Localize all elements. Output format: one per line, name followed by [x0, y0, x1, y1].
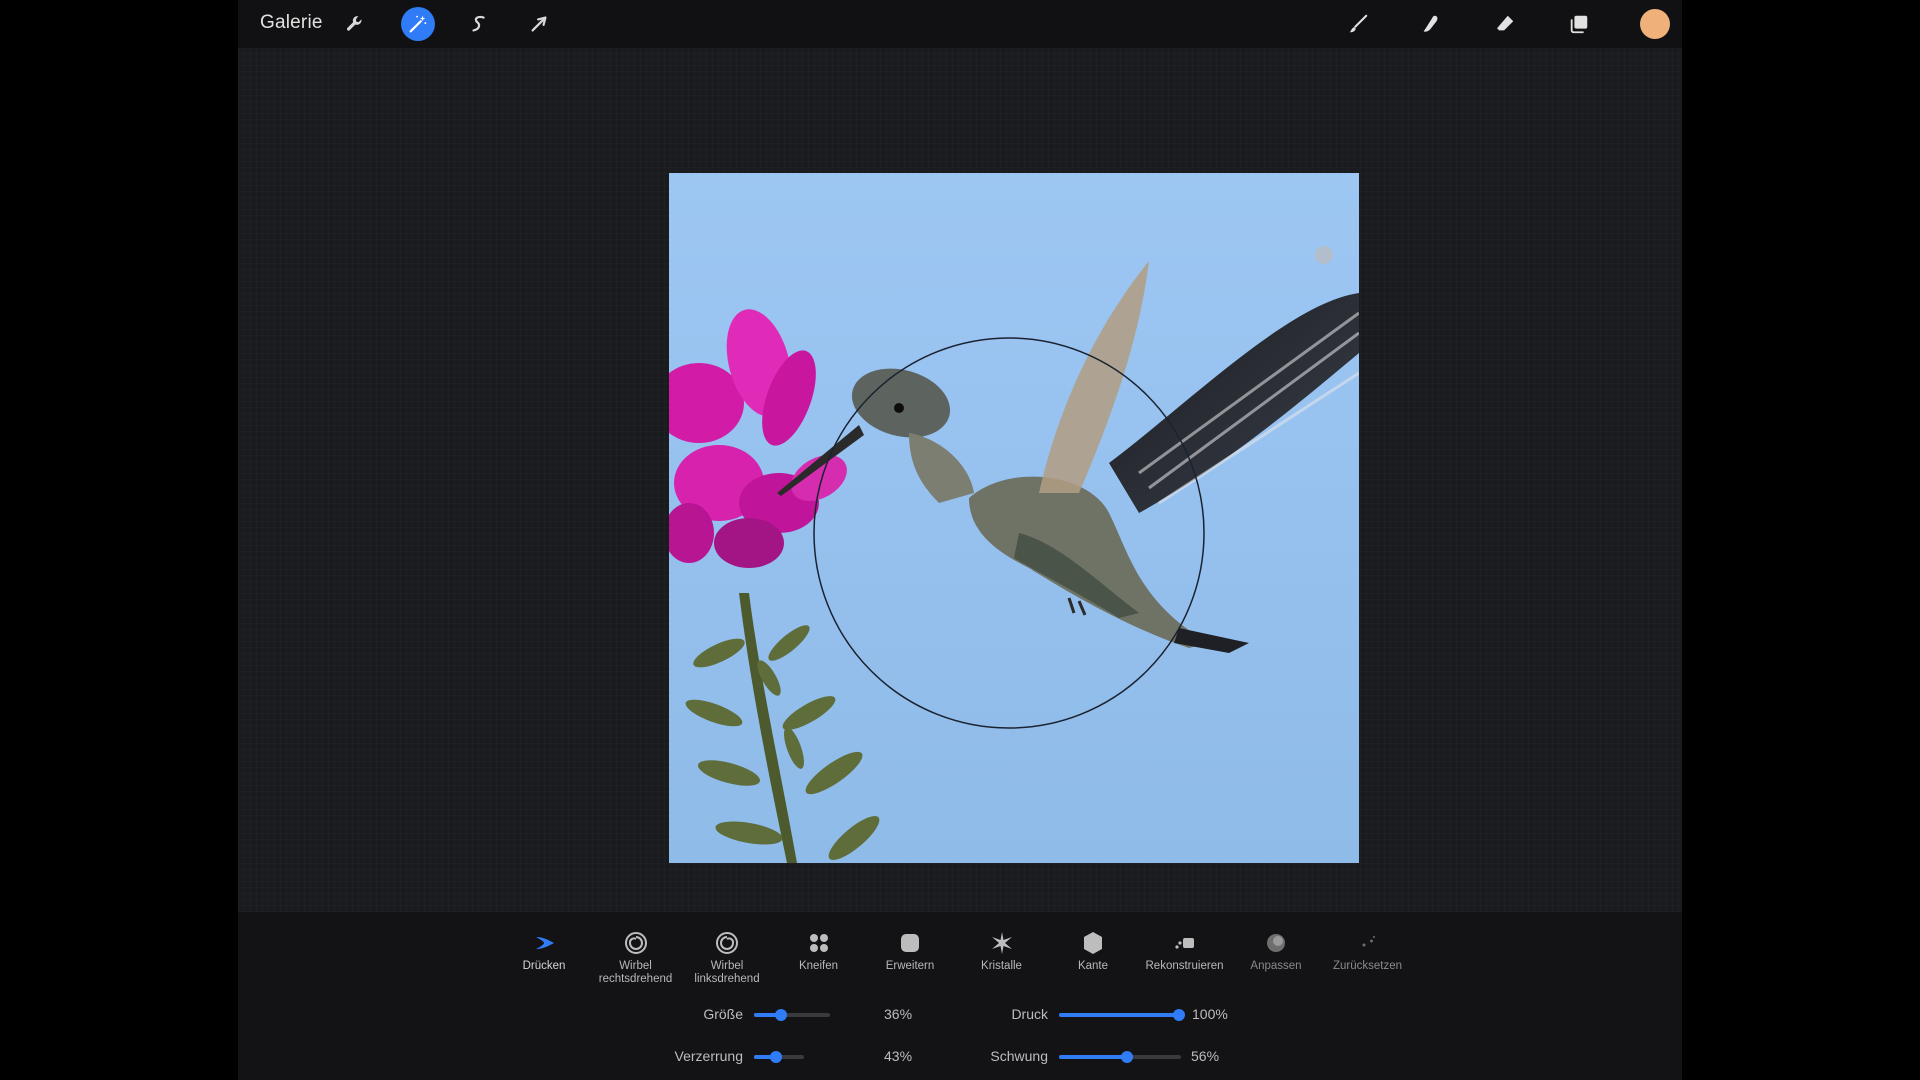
top-toolbar: Galerie — [238, 0, 1682, 48]
liquify-mode-label: Zurücksetzen — [1332, 960, 1403, 972]
hummingbird-photo — [669, 173, 1359, 863]
pressure-label: Druck — [1011, 1006, 1048, 1022]
smudge-finger-icon — [1423, 15, 1438, 32]
reset-icon — [1320, 928, 1416, 958]
momentum-slider-fill — [1059, 1055, 1128, 1059]
liquify-mode-adjust[interactable]: Anpassen — [1228, 928, 1324, 973]
adjust-icon — [1228, 928, 1324, 958]
pressure-slider[interactable] — [1059, 1009, 1185, 1021]
momentum-label: Schwung — [990, 1048, 1048, 1064]
liquify-mode-expand[interactable]: Erweitern — [862, 928, 958, 973]
liquify-mode-twirl-left[interactable]: Wirbel linksdrehend — [679, 928, 775, 986]
eraser-icon — [1496, 15, 1514, 31]
adjustments-button[interactable] — [401, 7, 435, 41]
liquify-mode-label: Wirbel linksdrehend — [694, 960, 760, 985]
pressure-slider-row: Druck 100% — [238, 1004, 1682, 1026]
brush-button[interactable] — [1341, 7, 1375, 41]
layers-button[interactable] — [1562, 7, 1596, 41]
expand-icon — [862, 928, 958, 958]
procreate-app: Galerie Drücken Wirbel rechtsdrehend Wir… — [238, 0, 1682, 1080]
smudge-button[interactable] — [1414, 7, 1448, 41]
liquify-mode-label: Kristalle — [981, 960, 1022, 972]
gallery-button[interactable]: Galerie — [260, 12, 323, 34]
pressure-slider-fill — [1059, 1013, 1179, 1017]
eraser-button[interactable] — [1488, 7, 1522, 41]
momentum-slider-knob[interactable] — [1121, 1051, 1134, 1063]
pressure-value: 100% — [1192, 1006, 1228, 1022]
selection-button[interactable] — [462, 7, 496, 41]
pinch-icon — [771, 928, 867, 958]
transform-button[interactable] — [522, 7, 556, 41]
edge-icon — [1045, 928, 1141, 958]
wrench-icon — [346, 16, 362, 31]
momentum-slider[interactable] — [1059, 1051, 1181, 1063]
momentum-value: 56% — [1191, 1048, 1220, 1064]
reconstruct-icon — [1137, 928, 1233, 958]
arrow-cursor-icon — [531, 16, 547, 32]
crystals-icon — [954, 928, 1050, 958]
layers-icon — [1570, 15, 1588, 34]
liquify-mode-label: Kante — [1077, 960, 1109, 972]
liquify-mode-label: Rekonstruieren — [1145, 960, 1224, 972]
magic-wand-icon — [409, 15, 427, 33]
liquify-mode-label: Anpassen — [1250, 960, 1302, 972]
actions-button[interactable] — [338, 7, 372, 41]
liquify-mode-label: Kneifen — [798, 960, 838, 972]
liquify-mode-push[interactable]: Drücken — [496, 928, 592, 973]
twirl-right-icon — [588, 928, 684, 958]
liquify-mode-pinch[interactable]: Kneifen — [771, 928, 867, 973]
push-icon — [496, 928, 592, 958]
pressure-slider-knob[interactable] — [1173, 1009, 1185, 1021]
liquify-mode-reset[interactable]: Zurücksetzen — [1320, 928, 1416, 973]
paintbrush-icon — [1349, 14, 1368, 33]
canvas-artwork[interactable] — [669, 173, 1359, 863]
selection-s-icon — [472, 15, 485, 32]
momentum-slider-row: Schwung 56% — [238, 1046, 1682, 1068]
liquify-mode-crystals[interactable]: Kristalle — [954, 928, 1050, 973]
color-picker-button[interactable] — [1640, 9, 1670, 39]
liquify-mode-label: Wirbel rechtsdrehend — [598, 960, 673, 985]
liquify-panel: Drücken Wirbel rechtsdrehend Wirbel linksd… — [238, 912, 1682, 1080]
liquify-mode-reconstruct[interactable]: Rekonstruieren — [1137, 928, 1233, 973]
twirl-left-icon — [679, 928, 775, 958]
liquify-mode-label: Erweitern — [885, 960, 935, 972]
liquify-mode-edge[interactable]: Kante — [1045, 928, 1141, 973]
liquify-mode-label: Drücken — [522, 960, 566, 972]
liquify-mode-twirl-right[interactable]: Wirbel rechtsdrehend — [588, 928, 684, 986]
